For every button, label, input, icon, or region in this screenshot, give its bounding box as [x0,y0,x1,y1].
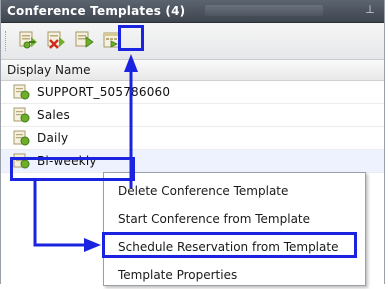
delete-template-icon [47,31,65,49]
list-item[interactable]: Sales [1,104,384,127]
conference-template-icon [13,130,30,146]
panel-title: Conference Templates (4) [7,4,186,18]
panel-titlebar[interactable]: Conference Templates (4) ⊥ [1,0,384,23]
pin-icon[interactable]: ⊥ [364,3,376,17]
list-item-label: Sales [37,108,70,122]
start-conference-button[interactable] [73,28,97,52]
list-item[interactable]: SUPPORT_505786060 [1,81,384,104]
column-header-display-name[interactable]: Display Name [1,60,384,81]
menu-item-template-properties[interactable]: Template Properties [104,261,365,289]
conference-templates-panel: Conference Templates (4) ⊥ Display Name … [0,0,385,286]
toolbar-grip[interactable] [5,31,9,51]
menu-item-label: Schedule Reservation from Template [118,240,339,254]
menu-item-schedule-reservation-from-template[interactable]: Schedule Reservation from Template [104,233,365,261]
titlebar-drag-stripe [205,5,323,16]
list-item-selected[interactable]: Bi-weekly [1,150,384,173]
conference-template-icon [13,153,30,169]
context-menu: Delete Conference Template Start Confere… [103,172,366,286]
menu-item-delete-conference-template[interactable]: Delete Conference Template [104,177,365,205]
list-item-label: Daily [37,131,69,145]
menu-item-label: Template Properties [118,268,238,282]
schedule-reservation-button[interactable] [101,28,125,52]
list-item-label: SUPPORT_505786060 [37,85,171,99]
column-header-label: Display Name [7,63,91,77]
new-template-button[interactable] [17,28,41,52]
add-template-icon [19,31,37,49]
schedule-reservation-icon [103,32,121,48]
delete-template-button[interactable] [45,28,69,52]
list-item-label: Bi-weekly [37,154,97,168]
toolbar [1,23,384,60]
menu-item-label: Delete Conference Template [118,184,289,198]
menu-item-start-conference-from-template[interactable]: Start Conference from Template [104,205,365,233]
conference-template-icon [13,107,30,123]
list-item[interactable]: Daily [1,127,384,150]
menu-item-label: Start Conference from Template [118,212,311,226]
conference-template-icon [13,84,30,100]
start-conference-icon [75,31,94,48]
